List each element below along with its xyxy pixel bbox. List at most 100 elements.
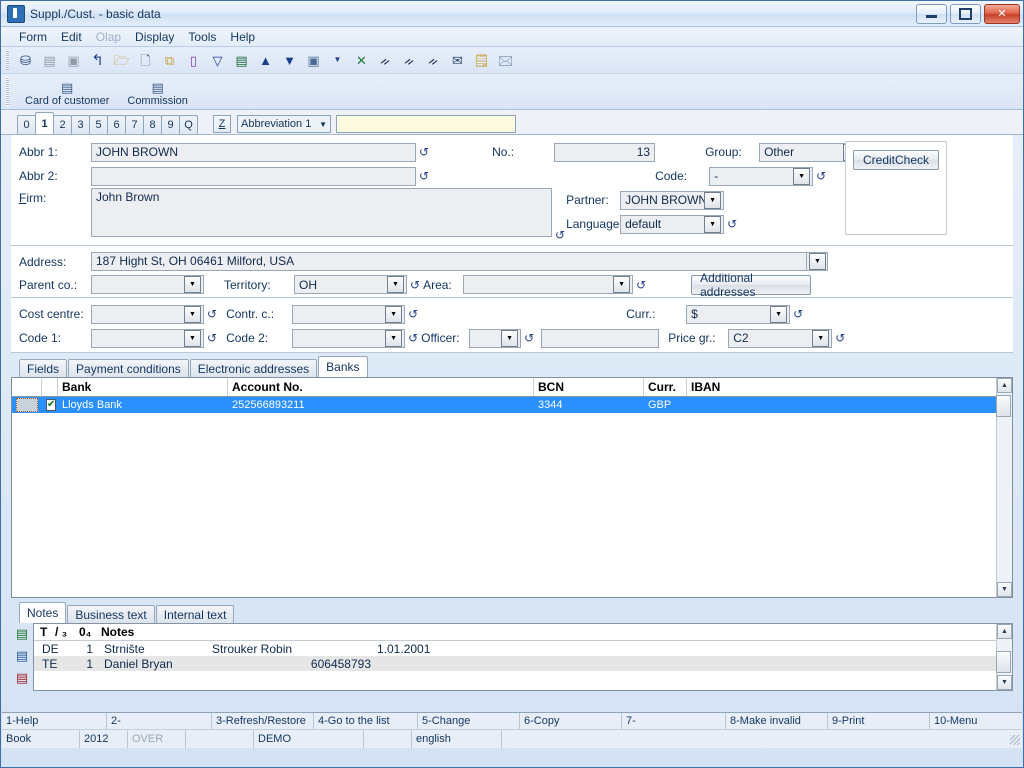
list-item[interactable]: DE 1 Strnište Strouker Robin 1.01.2001 bbox=[34, 641, 1012, 656]
code-combo[interactable]: - ▼ bbox=[709, 166, 814, 186]
num-tab-5[interactable]: 5 bbox=[89, 115, 108, 134]
officer-extra-field[interactable] bbox=[541, 328, 660, 348]
no-field[interactable]: 13 bbox=[554, 142, 656, 162]
language-combo[interactable]: default ▼ bbox=[620, 214, 725, 234]
resize-gripper[interactable] bbox=[1010, 735, 1020, 745]
tab-payment-conditions[interactable]: Payment conditions bbox=[68, 359, 189, 377]
chevron-down-icon[interactable]: ▼ bbox=[770, 305, 788, 323]
fkey-7[interactable]: 7- bbox=[622, 713, 726, 729]
fkey-1-help[interactable]: 1-Help bbox=[2, 713, 107, 729]
area-history-icon[interactable]: ↺ bbox=[636, 278, 646, 292]
firm-field[interactable]: John Brown bbox=[91, 188, 552, 237]
tree-structure-icon[interactable]: ⛁ bbox=[15, 50, 36, 71]
officer-history-icon[interactable]: ↺ bbox=[524, 331, 534, 345]
costcentre-combo[interactable]: ▼ bbox=[91, 304, 204, 324]
chevron-down-icon[interactable]: ▼ bbox=[184, 305, 201, 323]
code1-combo[interactable]: ▼ bbox=[91, 328, 204, 348]
col-bcn[interactable]: BCN bbox=[534, 378, 644, 396]
search-input[interactable] bbox=[336, 115, 516, 133]
maximize-button[interactable] bbox=[950, 3, 981, 24]
move-up-icon[interactable]: ▲ bbox=[255, 50, 276, 71]
num-tab-0[interactable]: 0 bbox=[17, 115, 36, 134]
tab-internal-text[interactable]: Internal text bbox=[155, 605, 235, 623]
menu-item-edit[interactable]: Edit bbox=[61, 30, 82, 44]
mail-icon[interactable]: ✉ bbox=[447, 50, 468, 71]
pricegr-combo[interactable]: C2 ▼ bbox=[728, 328, 833, 348]
col-bank[interactable]: Bank bbox=[58, 378, 228, 396]
code2-history-icon[interactable]: ↺ bbox=[408, 331, 418, 345]
parentco-combo[interactable]: ▼ bbox=[91, 275, 204, 294]
col-iban[interactable]: IBAN bbox=[687, 378, 987, 396]
banks-grid-scroll-thumb[interactable] bbox=[996, 395, 1011, 417]
tab-notes[interactable]: Notes bbox=[19, 602, 67, 623]
chevron-down-icon[interactable]: ▼ bbox=[385, 329, 403, 347]
abbr1-history-icon[interactable]: ↺ bbox=[419, 145, 429, 159]
tab-banks[interactable]: Banks bbox=[318, 356, 368, 377]
num-tab-7[interactable]: 7 bbox=[125, 115, 144, 134]
filter-icon[interactable]: ▽ bbox=[207, 50, 228, 71]
num-tab-8[interactable]: 8 bbox=[143, 115, 162, 134]
chevron-down-icon[interactable]: ▼ bbox=[809, 253, 826, 270]
find-icon[interactable]: ᨀ bbox=[375, 50, 396, 71]
save-icon[interactable]: ▤ bbox=[39, 50, 60, 71]
new-document-icon[interactable]: 🗋 bbox=[135, 50, 156, 71]
num-tab-2[interactable]: 2 bbox=[53, 115, 72, 134]
notes-list[interactable]: T / ₃ 0₄ Notes DE 1 Strnište Strouker Ro… bbox=[33, 623, 1013, 691]
address-field[interactable]: 187 Hight St, OH 06461 Milford, USA bbox=[91, 252, 807, 271]
num-tab-1[interactable]: 1 bbox=[35, 112, 54, 134]
table-row[interactable]: ✔ Lloyds Bank 252566893211 3344 GBP bbox=[12, 397, 1012, 413]
officer-combo[interactable]: ▼ bbox=[469, 328, 522, 348]
menu-item-display[interactable]: Display bbox=[135, 30, 174, 44]
fkey-3-refresh-restore[interactable]: 3-Refresh/Restore bbox=[212, 713, 314, 729]
open-folder-icon[interactable]: 🗁 bbox=[111, 50, 132, 71]
num-tab-6[interactable]: 6 bbox=[107, 115, 126, 134]
save-as-icon[interactable]: ▣ bbox=[63, 50, 84, 71]
find-next-icon[interactable]: ᨀ bbox=[399, 50, 420, 71]
checkbox-icon[interactable]: ✔ bbox=[46, 399, 57, 411]
num-tab-9[interactable]: 9 bbox=[161, 115, 180, 134]
commission-button[interactable]: ▤ Commission bbox=[121, 81, 194, 109]
export-excel-icon[interactable]: ✕ bbox=[351, 50, 372, 71]
copy-icon[interactable]: ⧉ bbox=[159, 50, 180, 71]
contrc-combo[interactable]: ▼ bbox=[292, 304, 406, 324]
row-selector[interactable] bbox=[12, 398, 42, 412]
additional-addresses-button[interactable]: Additional addresses bbox=[691, 271, 812, 299]
note-add-icon[interactable]: ▤ bbox=[16, 626, 28, 642]
scroll-down-icon[interactable]: ▼ bbox=[997, 582, 1012, 597]
z-button[interactable]: Z bbox=[213, 115, 231, 133]
abbr2-field[interactable] bbox=[91, 166, 416, 186]
notes-scroll-thumb[interactable] bbox=[996, 651, 1011, 673]
chevron-down-icon[interactable]: ▼ bbox=[613, 276, 631, 293]
area-combo[interactable]: ▼ bbox=[463, 275, 634, 294]
dropdown-arrow-icon[interactable]: ▼ bbox=[327, 50, 348, 71]
abbr1-field[interactable]: JOHN BROWN bbox=[91, 142, 416, 162]
fkey-2[interactable]: 2- bbox=[107, 713, 212, 729]
address-combo[interactable]: ▼ bbox=[807, 252, 828, 271]
chevron-down-icon[interactable]: ▼ bbox=[184, 276, 201, 293]
fkey-4-go-to-the-list[interactable]: 4-Go to the list bbox=[314, 713, 418, 729]
partner-combo[interactable]: JOHN BROWN ▼ bbox=[620, 190, 725, 210]
undo-icon[interactable]: ↰ bbox=[87, 50, 108, 71]
contrc-history-icon[interactable]: ↺ bbox=[408, 307, 418, 321]
fkey-5-change[interactable]: 5-Change bbox=[418, 713, 520, 729]
banks-grid[interactable]: Bank Account No. BCN Curr. IBAN ✔ Lloyds… bbox=[11, 377, 1013, 598]
fkey-8-make-invalid[interactable]: 8-Make invalid bbox=[726, 713, 828, 729]
code2-combo[interactable]: ▼ bbox=[292, 328, 406, 348]
tab-business-text[interactable]: Business text bbox=[67, 605, 155, 623]
scroll-up-icon[interactable]: ▲ bbox=[997, 624, 1012, 639]
num-tab-q[interactable]: Q bbox=[179, 115, 198, 134]
mail-note-icon[interactable]: 🖂 bbox=[495, 50, 516, 71]
scroll-up-icon[interactable]: ▲ bbox=[997, 378, 1012, 393]
firm-history-icon[interactable]: ↺ bbox=[555, 188, 565, 242]
chevron-down-icon[interactable]: ▼ bbox=[704, 215, 722, 233]
book-icon[interactable]: ▯ bbox=[183, 50, 204, 71]
abbreviation-selector[interactable]: Abbreviation 1 ▼ bbox=[237, 115, 331, 133]
chevron-down-icon[interactable]: ▼ bbox=[501, 329, 519, 347]
curr-combo[interactable]: $ ▼ bbox=[686, 304, 791, 324]
row-selector-box[interactable] bbox=[16, 398, 38, 412]
code-history-icon[interactable]: ↺ bbox=[816, 169, 826, 183]
abbr2-history-icon[interactable]: ↺ bbox=[419, 169, 429, 183]
close-button[interactable]: ✕ bbox=[984, 3, 1020, 24]
menu-item-help[interactable]: Help bbox=[230, 30, 255, 44]
num-tab-3[interactable]: 3 bbox=[71, 115, 90, 134]
